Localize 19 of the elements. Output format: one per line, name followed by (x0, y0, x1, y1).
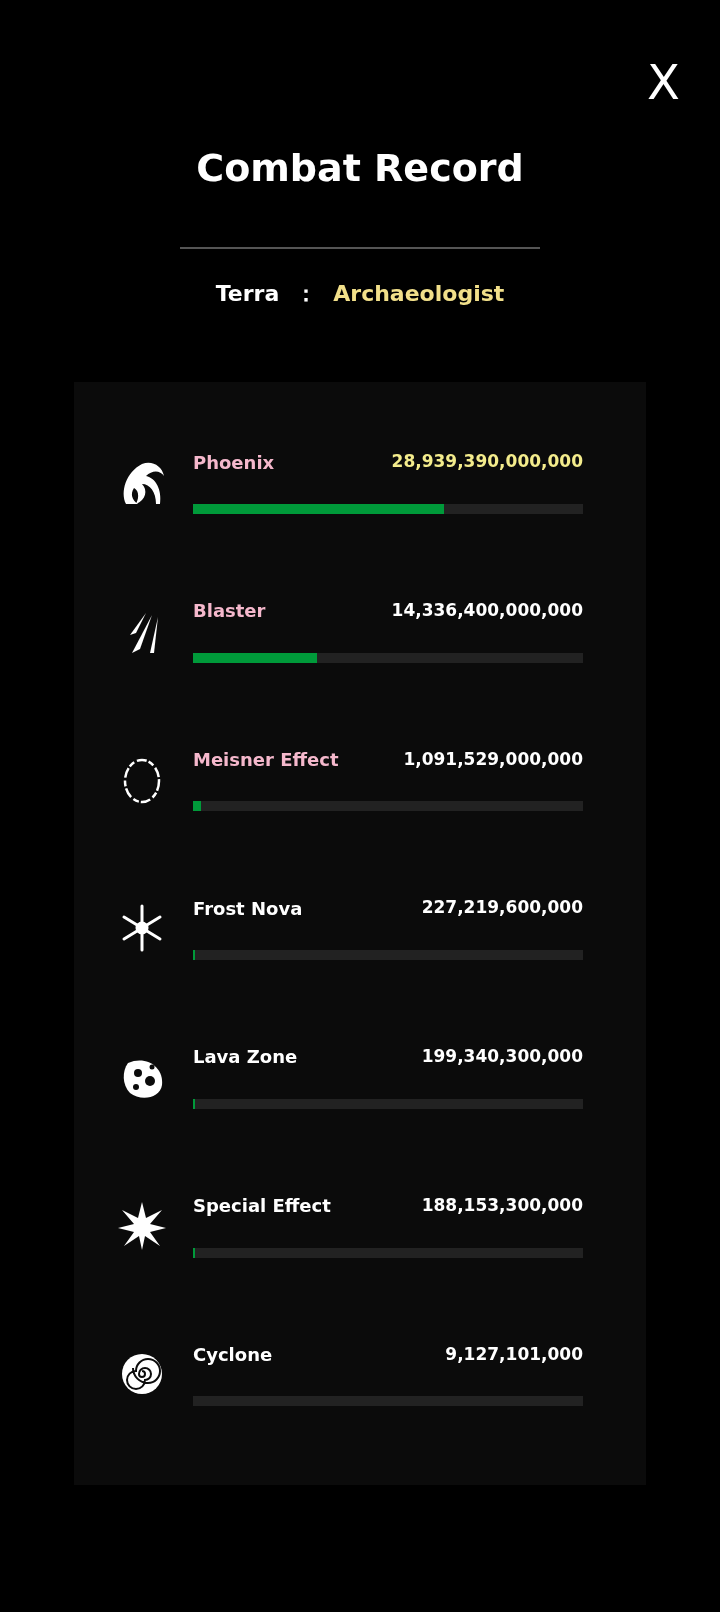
damage-value: 9,127,101,000 (445, 1342, 583, 1366)
player-name: Terra (215, 280, 280, 308)
damage-value: 28,939,390,000,000 (391, 450, 583, 474)
dialog-title: Combat Record (196, 145, 524, 192)
damage-value: 227,219,600,000 (421, 896, 583, 920)
separator: ： (295, 280, 318, 308)
close-button[interactable]: X (647, 58, 680, 106)
skill-name: Special Effect (193, 1194, 331, 1219)
skill-name: Phoenix (193, 450, 275, 475)
skill-name: Meisner Effect (193, 747, 339, 772)
skill-name: Cyclone (193, 1342, 273, 1367)
damage-value: 1,091,529,000,000 (403, 747, 583, 771)
skill-name: Frost Nova (193, 896, 303, 921)
skill-name: Blaster (193, 599, 266, 624)
damage-value: 188,153,300,000 (421, 1193, 583, 1217)
damage-value: 199,340,300,000 (421, 1045, 583, 1069)
player-class: Archaeologist (333, 280, 505, 308)
skill-name: Lava Zone (193, 1045, 298, 1070)
damage-value: 14,336,400,000,000 (391, 598, 583, 622)
